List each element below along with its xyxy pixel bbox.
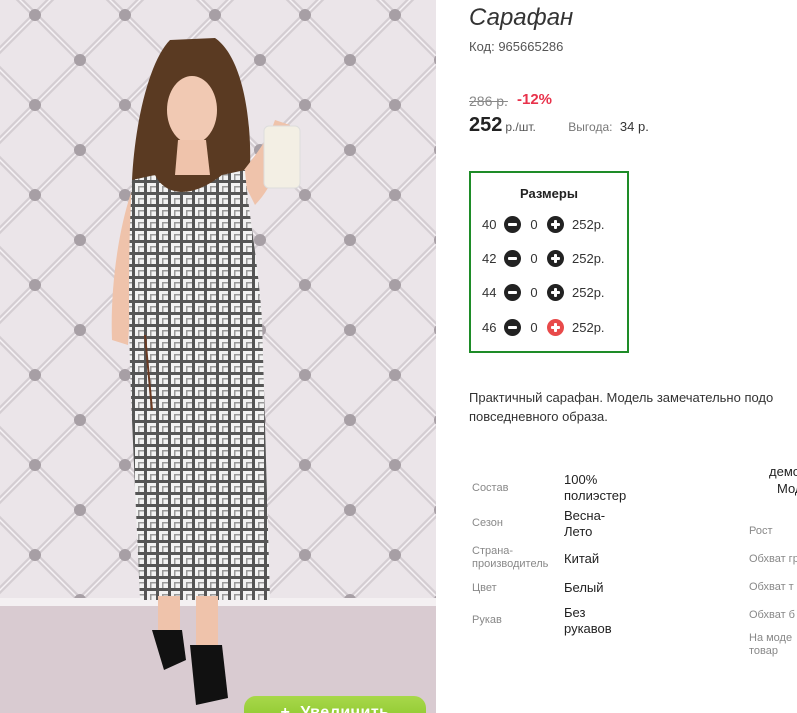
size-row: 44 0 252р. [482,282,605,302]
size-row: 42 0 252р. [482,248,605,268]
zoom-button[interactable]: + Увеличить [244,696,426,713]
side-value-top: демо [769,464,797,479]
side-label-line: товар [749,645,778,657]
minus-button[interactable] [504,215,521,233]
side-value-top-2: Мод [777,481,797,496]
attr-value-season: Весна- Лето [564,508,605,540]
side-label-line: На моде [749,632,793,644]
quantity-value[interactable]: 0 [521,320,547,335]
attr-value-line: 100% [564,472,598,487]
size-price: 252р. [572,216,605,232]
size-row: 40 0 252р. [482,214,605,234]
plus-button[interactable] [547,249,564,267]
zoom-label: Увеличить [300,704,390,713]
discount-badge: -12% [517,91,553,108]
side-label-hips: Обхват б [749,609,795,621]
description-line: Практичный сарафан. Модель замечательно … [469,390,774,405]
minus-button[interactable] [504,249,521,267]
current-price: 252 [469,114,503,136]
attr-value-sleeve: Без рукавов [564,605,612,637]
attr-label-season: Сезон [472,517,503,529]
price-unit: р./шт. [505,120,536,134]
product-code: Код: 965665286 [469,39,564,54]
plus-button[interactable] [547,283,564,301]
sizes-title: Размеры [520,186,578,201]
attr-value-line: Лето [564,524,593,539]
product-title: Сарафан [469,4,574,31]
size-price: 252р. [572,319,605,335]
attr-value-line: Весна- [564,508,606,523]
plus-button[interactable] [547,318,564,336]
side-label-height: Рост [749,525,773,537]
attr-label-country: Страна- производитель [472,545,548,571]
side-label-chest: Обхват гр [749,553,797,565]
size-label: 40 [482,216,497,232]
attr-label-composition: Состав [472,482,509,494]
attr-label-color: Цвет [472,582,497,594]
size-label: 46 [482,319,497,335]
sizes-panel: Размеры 40 0 252р. 42 0 252р. 44 0 252р.… [469,171,629,353]
minus-button[interactable] [504,283,521,301]
attr-value-composition: 100% полиэстер [564,472,626,504]
price-row: 252 р./шт. Выгода: 34 р. [469,114,649,137]
product-description: Практичный сарафан. Модель замечательно … [469,388,797,426]
old-price: 286 р. [469,93,508,109]
attr-value-line: рукавов [564,621,612,636]
product-photo[interactable]: + Увеличить [0,0,436,713]
product-image [0,0,436,713]
plus-button[interactable] [547,215,564,233]
size-label: 44 [482,284,497,300]
attr-value-country: Китай [564,551,600,566]
description-line: повседневного образа. [469,409,608,424]
attr-value-line: Без [564,605,586,620]
attr-label-sleeve: Рукав [472,614,502,626]
attr-value-color: Белый [564,580,604,595]
side-label-model: На моде товар [749,632,792,658]
size-price: 252р. [572,250,605,266]
benefit-label: Выгода: [568,120,613,134]
size-label: 42 [482,250,497,266]
quantity-value[interactable]: 0 [521,251,547,266]
attr-label-line: производитель [472,558,549,570]
attr-value-line: полиэстер [564,488,627,503]
size-price: 252р. [572,284,605,300]
side-label-waist: Обхват т [749,581,794,593]
benefit-value: 34 р. [619,119,649,134]
quantity-value[interactable]: 0 [521,217,547,232]
quantity-value[interactable]: 0 [521,285,547,300]
size-row: 46 0 252р. [482,317,605,337]
attr-label-line: Страна- [472,545,514,557]
minus-button[interactable] [504,318,521,336]
plus-icon: + [280,704,291,713]
